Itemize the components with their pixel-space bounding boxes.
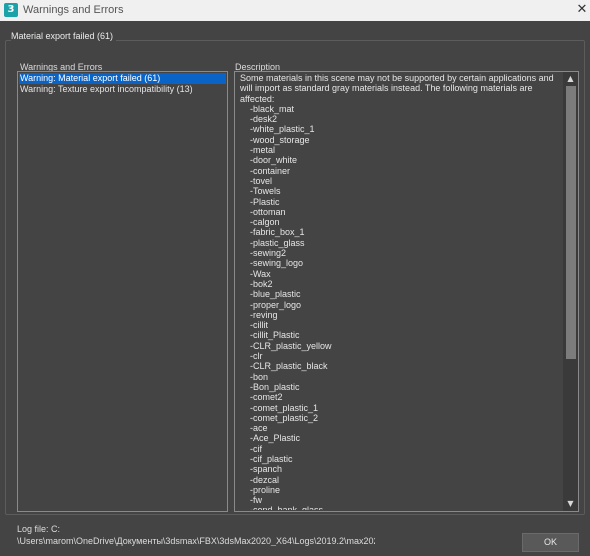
material-item: -bon (250, 371, 269, 382)
window-title: Warnings and Errors (23, 4, 124, 16)
ok-button[interactable]: OK (522, 533, 579, 552)
material-item: -white_plastic_1 (250, 124, 315, 135)
material-item: -ace (250, 423, 268, 434)
material-item: -Ace_Plastic (250, 433, 301, 444)
material-item: -sewing_logo (250, 258, 304, 269)
material-item: -sewing2 (250, 248, 287, 259)
description-intro: Some materials in this scene may not be … (240, 73, 554, 104)
material-item: -CLR_plastic_yellow (250, 340, 332, 351)
material-item: -calgon (250, 217, 280, 228)
material-item: -Towels (250, 186, 281, 197)
group-title: Material export failed (61) (11, 31, 117, 41)
scroll-up-icon[interactable]: ▲ (563, 73, 578, 85)
material-item: -container (250, 165, 291, 176)
material-item: -proper_logo (250, 299, 302, 310)
material-item: -Bon_plastic (250, 381, 300, 392)
warnings-list[interactable]: Warning: Material export failed (61) War… (17, 71, 228, 512)
material-item: -ottoman (250, 206, 286, 217)
material-item: -comet2 (250, 392, 283, 403)
material-item: -Wax (250, 268, 271, 279)
material-item: -cif_plastic (250, 453, 293, 464)
scroll-thumb[interactable] (566, 86, 576, 359)
material-item: -cillit (250, 320, 268, 331)
material-item: -cif (250, 443, 262, 454)
warning-item-texture-export[interactable]: Warning: Texture export incompatibility … (19, 84, 226, 95)
material-item: -CLR_plastic_black (250, 361, 328, 372)
material-item: -comet_plastic_1 (250, 402, 319, 413)
material-item: -fabric_box_1 (250, 227, 305, 238)
material-item: -cond_bank_glass (240, 505, 562, 510)
material-item: -door_white (250, 155, 298, 166)
material-item: -black_mat (250, 103, 295, 114)
material-item: -fw (250, 495, 262, 506)
material-item: -tovel (250, 175, 273, 186)
3dsmax-icon: 3 (4, 3, 18, 17)
material-item: -reving (250, 309, 278, 320)
material-item: -cillit_Plastic (250, 330, 300, 341)
title-bar[interactable]: 3 Warnings and Errors ✕ (0, 0, 590, 21)
log-file-path: \Users\marom\OneDrive\Документы\3dsmax\F… (17, 536, 375, 546)
description-box[interactable]: Some materials in this scene may not be … (234, 71, 579, 512)
material-item: -Plastic (250, 196, 280, 207)
material-item: -wood_storage (250, 134, 310, 145)
materials-list: -black_mat -desk2 -white_plastic_1 -wood_st… (240, 104, 562, 510)
description-scrollbar[interactable]: ▲ ▼ (563, 72, 578, 511)
material-item: -clr (250, 351, 263, 362)
material-item: -desk2 (250, 114, 278, 125)
log-file-label: Log file: C: (17, 524, 61, 534)
material-item: -blue_plastic (250, 289, 301, 300)
material-item: -proline (250, 484, 281, 495)
description-text: Some materials in this scene may not be … (240, 73, 562, 510)
material-item: -plastic_glass (250, 237, 305, 248)
close-icon[interactable]: ✕ (574, 2, 590, 18)
material-item: -spanch (250, 464, 283, 475)
warning-item-material-export[interactable]: Warning: Material export failed (61) (19, 73, 226, 84)
material-item: -comet_plastic_2 (250, 412, 319, 423)
material-item: -metal (250, 145, 276, 156)
material-item: -dezcal (250, 474, 280, 485)
material-item: -bok2 (250, 278, 273, 289)
scroll-down-icon[interactable]: ▼ (563, 498, 578, 510)
